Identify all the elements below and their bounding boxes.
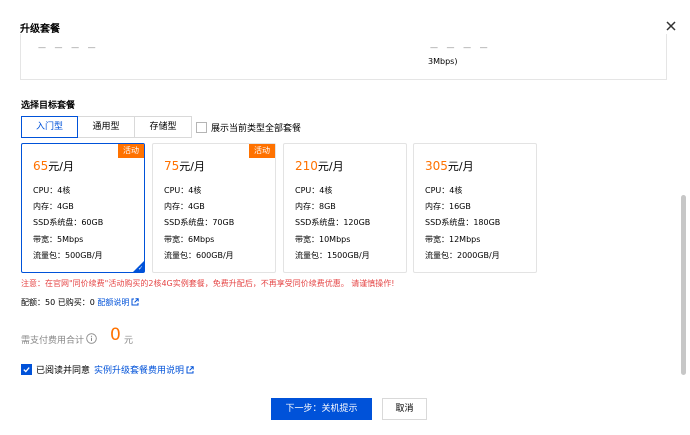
fee-explanation-link[interactable]: 实例升级套餐费用说明 — [94, 363, 184, 376]
tab-storage[interactable]: 存储型 — [135, 116, 192, 138]
target-plan-label: 选择目标套餐 — [21, 101, 76, 111]
tab-entry[interactable]: 入门型 — [21, 116, 78, 138]
plan-price-value: 75 — [164, 159, 180, 173]
checkmark-icon — [23, 367, 30, 373]
plan-price-unit: 元/月 — [179, 160, 205, 173]
plan-cpu: CPU：4核 — [425, 186, 463, 195]
bought-label: 已购买： — [57, 298, 90, 307]
quota-help-link[interactable]: 配额说明 — [97, 298, 129, 307]
plan-memory: 内存：4GB — [164, 202, 205, 211]
plan-bandwidth: 带宽：6Mbps — [164, 235, 215, 244]
plan-cpu: CPU：4核 — [295, 186, 333, 195]
plan-price-value: 65 — [33, 159, 49, 173]
plan-type-tabs: 入门型 通用型 存储型 — [21, 116, 192, 138]
plan-cpu: CPU：4核 — [164, 186, 202, 195]
plan-price: 75元/月 — [164, 158, 205, 174]
plan-disk: SSD系统盘：180GB — [425, 218, 501, 227]
external-link-icon[interactable] — [186, 365, 194, 374]
plan-cpu: CPU：4核 — [33, 186, 71, 195]
plan-card[interactable]: 305元/月 CPU：4核 内存：16GB SSD系统盘：180GB 带宽：12… — [413, 143, 537, 273]
plan-bandwidth: 带宽：5Mbps — [33, 235, 84, 244]
plan-price: 305元/月 — [425, 158, 474, 174]
plan-card[interactable]: 210元/月 CPU：4核 内存：8GB SSD系统盘：120GB 带宽：10M… — [283, 143, 407, 273]
fee-total-label: 需支付费用合计 — [21, 336, 85, 346]
close-icon[interactable] — [664, 19, 678, 33]
plan-disk: SSD系统盘：120GB — [295, 218, 371, 227]
promo-badge: 活动 — [249, 144, 275, 158]
plan-traffic: 流量包：500GB/月 — [33, 251, 103, 260]
check-icon: ✓ — [137, 265, 143, 272]
plan-traffic: 流量包：1500GB/月 — [295, 251, 370, 260]
scrollbar[interactable] — [681, 195, 686, 375]
show-all-checkbox[interactable] — [196, 122, 207, 133]
plan-bandwidth: 带宽：12Mbps — [425, 235, 481, 244]
plan-memory: 内存：16GB — [425, 202, 471, 211]
current-config-clipped-text: — — — — — [430, 43, 491, 52]
agree-text: 已阅读并同意 — [36, 366, 91, 376]
show-all-label: 展示当前类型全部套餐 — [211, 124, 302, 134]
bought-value: 0 — [89, 298, 95, 307]
fee-amount: 0 — [110, 325, 121, 345]
current-bandwidth-text: 3Mbps) — [428, 57, 458, 66]
current-config-clipped-text: — — — — — [38, 43, 99, 52]
plan-memory: 内存：4GB — [33, 202, 74, 211]
plan-price-unit: 元/月 — [317, 160, 344, 173]
cancel-button[interactable]: 取消 — [382, 398, 427, 420]
promo-badge: 活动 — [118, 144, 144, 158]
plan-disk: SSD系统盘：60GB — [33, 218, 104, 227]
fee-unit: 元 — [124, 336, 134, 346]
quota-label: 配额： — [21, 298, 45, 307]
plan-bandwidth: 带宽：10Mbps — [295, 235, 351, 244]
plan-card[interactable]: 65元/月 活动 CPU：4核 内存：4GB SSD系统盘：60GB 带宽：5M… — [21, 143, 145, 273]
agree-checkbox[interactable] — [21, 364, 32, 375]
tab-general[interactable]: 通用型 — [78, 116, 135, 138]
plan-card[interactable]: 75元/月 活动 CPU：4核 内存：4GB SSD系统盘：70GB 带宽：6M… — [152, 143, 276, 273]
quota-value: 50 — [45, 298, 56, 307]
plan-price: 210元/月 — [295, 158, 344, 174]
plan-price: 65元/月 — [33, 158, 74, 174]
next-shutdown-prompt-button[interactable]: 下一步：关机提示 — [271, 398, 372, 420]
plan-price-value: 210 — [295, 159, 318, 173]
info-icon[interactable] — [86, 333, 97, 344]
show-all-plans-toggle[interactable]: 展示当前类型全部套餐 — [196, 121, 301, 134]
upgrade-plan-dialog: 升级套餐 — — — — — — — — 3Mbps) 选择目标套餐 入门型 通… — [0, 0, 690, 435]
plan-traffic: 流量包：600GB/月 — [164, 251, 234, 260]
plan-price-unit: 元/月 — [48, 160, 74, 173]
warning-notice: 注意：在官网"同价续费"活动购买的2核4G实例套餐，免费升配后，不再享受同价续费… — [21, 279, 395, 288]
plan-memory: 内存：8GB — [295, 202, 336, 211]
plan-price-unit: 元/月 — [447, 160, 474, 173]
agreement-row: 已阅读并同意 实例升级套餐费用说明 — [21, 363, 194, 376]
plan-disk: SSD系统盘：70GB — [164, 218, 235, 227]
plan-price-value: 305 — [425, 159, 448, 173]
current-config-box — [20, 34, 667, 80]
dialog-title: 升级套餐 — [20, 24, 60, 35]
quota-line: 配额：50 已购买：0 配额说明 — [21, 297, 140, 308]
plan-traffic: 流量包：2000GB/月 — [425, 251, 500, 260]
external-link-icon[interactable] — [131, 298, 140, 306]
